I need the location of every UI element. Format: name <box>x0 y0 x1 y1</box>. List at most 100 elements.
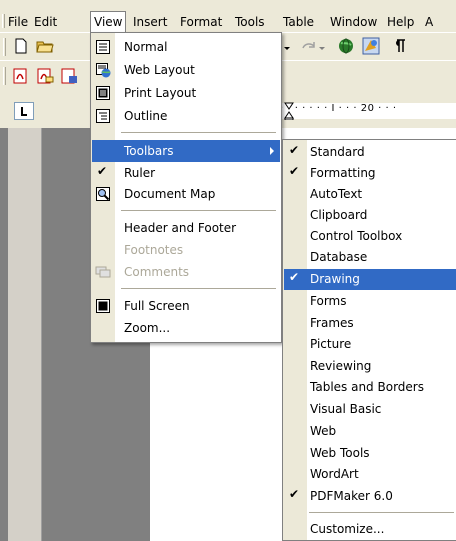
toolbar-item-frames[interactable]: Frames <box>284 313 456 334</box>
tab-selector[interactable] <box>14 102 34 120</box>
toolbar-item-forms[interactable]: Forms <box>284 291 456 312</box>
view-menu-label: Ruler <box>124 166 156 180</box>
view-menu-item-print-layout[interactable]: Print Layout <box>92 82 280 104</box>
new-document-icon[interactable] <box>12 37 30 55</box>
menu-separator <box>121 132 276 133</box>
menubar-grip[interactable] <box>2 14 5 28</box>
submenu-arrow-icon <box>270 147 274 155</box>
toolbar-item-clipboard[interactable]: Clipboard <box>284 205 456 226</box>
toolbar-item-label: Formatting <box>310 166 376 180</box>
toolbar-item-label: Web <box>310 424 337 438</box>
view-menu-item-footnotes: Footnotes <box>92 239 280 261</box>
toolbar-item-label: WordArt <box>310 467 359 481</box>
view-menu-item-toolbars[interactable]: Toolbars <box>92 140 280 162</box>
menu-bar: File Edit View Insert Format Tools Table… <box>0 0 456 33</box>
menu-tools[interactable]: Tools <box>235 14 265 30</box>
toolbar-item-standard[interactable]: ✔ Standard <box>284 142 456 163</box>
toolbar-item-database[interactable]: Database <box>284 247 456 268</box>
menu-insert[interactable]: Insert <box>133 14 167 30</box>
vertical-ruler[interactable] <box>8 128 42 541</box>
toolbars-submenu: ✔ Standard ✔ Formatting AutoText Clipboa… <box>282 139 456 541</box>
view-menu-item-document-map[interactable]: Document Map <box>92 183 280 205</box>
menu-format[interactable]: Format <box>180 14 222 30</box>
menu-file[interactable]: File <box>8 14 28 30</box>
comments-icon <box>95 266 111 278</box>
menu-table[interactable]: Table <box>283 14 314 30</box>
toolbar-grip-2[interactable] <box>3 67 6 85</box>
undo-dropdown-icon[interactable] <box>283 41 291 50</box>
view-menu-label: Normal <box>124 40 168 54</box>
show-hide-formatting-icon[interactable] <box>390 37 408 55</box>
view-menu-item-comments: Comments <box>92 261 280 283</box>
view-menu-item-outline[interactable]: Outline <box>92 105 280 127</box>
ruler-ticks: · · · · · · · I · · · 20 · · · <box>280 103 397 114</box>
view-menu-label: Web Layout <box>124 63 195 77</box>
view-menu-label: Print Layout <box>124 86 197 100</box>
toolbar-item-wordart[interactable]: WordArt <box>284 464 456 485</box>
toolbar-item-label: Visual Basic <box>310 402 382 416</box>
menu-edit[interactable]: Edit <box>34 14 57 30</box>
normal-view-icon <box>96 40 110 54</box>
convert-and-email-pdf-icon[interactable] <box>36 67 54 85</box>
indent-marker-icon[interactable] <box>284 102 294 120</box>
view-menu-item-full-screen[interactable]: Full Screen <box>92 295 280 317</box>
toolbar-item-label: Control Toolbox <box>310 229 403 243</box>
view-menu-item-normal[interactable]: Normal <box>92 36 280 58</box>
checkmark-icon: ✔ <box>289 143 300 157</box>
outline-view-icon <box>96 109 110 123</box>
toolbar-item-label: AutoText <box>310 187 363 201</box>
menu-separator <box>121 210 276 211</box>
checkmark-icon: ✔ <box>289 487 300 501</box>
insert-hyperlink-icon[interactable] <box>337 37 355 55</box>
toolbar-item-label: PDFMaker 6.0 <box>310 489 393 503</box>
toolbar-item-formatting[interactable]: ✔ Formatting <box>284 163 456 184</box>
menu-separator <box>309 512 454 513</box>
toolbar-item-label: Clipboard <box>310 208 368 222</box>
document-map-icon <box>96 187 110 201</box>
toolbar-item-label: Customize... <box>310 522 385 536</box>
toolbar-item-picture[interactable]: Picture <box>284 334 456 355</box>
menu-a-truncated[interactable]: A <box>425 14 433 30</box>
view-menu-dropdown: Normal Web Layout Print Layout Outline T… <box>90 32 282 343</box>
toolbar-item-customize[interactable]: Customize... <box>284 519 456 540</box>
view-menu-item-web-layout[interactable]: Web Layout <box>92 59 280 81</box>
print-layout-icon <box>96 86 110 100</box>
toolbar-item-tables-and-borders[interactable]: Tables and Borders <box>284 377 456 398</box>
view-menu-label: Zoom... <box>124 321 171 335</box>
toolbar-item-visual-basic[interactable]: Visual Basic <box>284 399 456 420</box>
tables-and-borders-icon[interactable] <box>362 37 380 55</box>
toolbar-item-web-tools[interactable]: Web Tools <box>284 443 456 464</box>
view-menu-item-zoom[interactable]: Zoom... <box>92 317 280 339</box>
toolbar-item-label: Reviewing <box>310 359 372 373</box>
menu-help[interactable]: Help <box>387 14 414 30</box>
convert-and-review-pdf-icon[interactable] <box>60 67 78 85</box>
menu-view[interactable]: View <box>90 11 127 33</box>
view-menu-label: Outline <box>124 109 168 123</box>
toolbar-item-pdfmaker[interactable]: ✔ PDFMaker 6.0 <box>284 486 456 507</box>
web-layout-icon <box>96 63 111 78</box>
toolbar-grip[interactable] <box>3 38 6 56</box>
toolbar-item-drawing[interactable]: ✔ Drawing <box>284 269 456 290</box>
checkmark-icon: ✔ <box>97 164 108 178</box>
toolbar-item-reviewing[interactable]: Reviewing <box>284 356 456 377</box>
view-menu-item-ruler[interactable]: ✔ Ruler <box>92 162 280 184</box>
toolbar-item-label: Web Tools <box>310 446 370 460</box>
toolbar-item-control-toolbox[interactable]: Control Toolbox <box>284 226 456 247</box>
open-folder-icon[interactable] <box>36 37 54 55</box>
toolbar-item-label: Standard <box>310 145 365 159</box>
toolbar-item-label: Drawing <box>310 272 360 286</box>
toolbar-item-label: Tables and Borders <box>310 380 424 394</box>
convert-to-pdf-icon[interactable] <box>12 67 30 85</box>
view-menu-label: Document Map <box>124 187 216 201</box>
redo-icon[interactable] <box>300 37 318 55</box>
view-menu-label: Comments <box>124 265 190 279</box>
view-menu-item-header-and-footer[interactable]: Header and Footer <box>92 217 280 239</box>
menu-window[interactable]: Window <box>330 14 377 30</box>
toolbar-item-label: Database <box>310 250 368 264</box>
toolbar-item-autotext[interactable]: AutoText <box>284 184 456 205</box>
redo-dropdown-icon[interactable] <box>318 41 326 50</box>
toolbar-item-web[interactable]: Web <box>284 421 456 442</box>
full-screen-icon <box>96 299 110 313</box>
toolbar-item-label: Forms <box>310 294 347 308</box>
toolbar-item-label: Frames <box>310 316 354 330</box>
